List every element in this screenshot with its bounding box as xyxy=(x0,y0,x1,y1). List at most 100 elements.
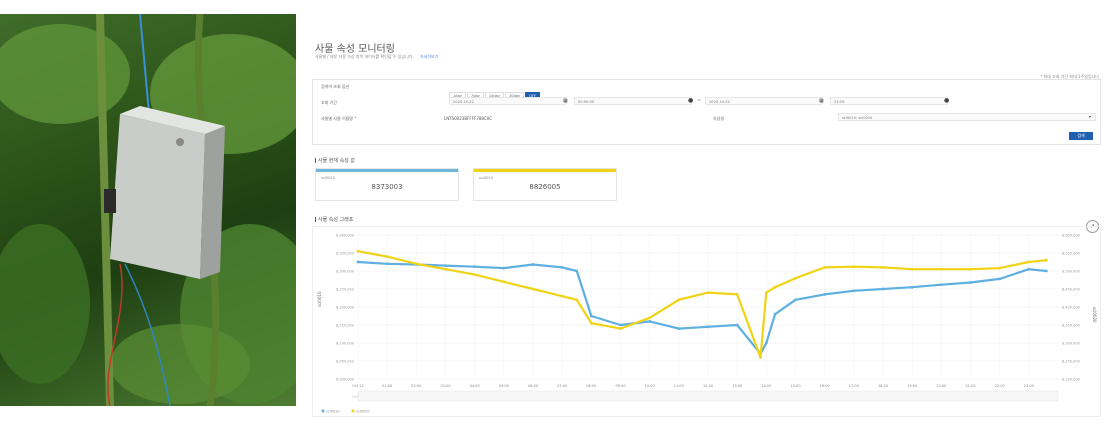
legend-label: sci0020 xyxy=(356,410,370,414)
data-point-sci0020 xyxy=(502,280,506,284)
x-tick-label: 07:00 xyxy=(557,384,567,388)
data-point-sci0010 xyxy=(444,264,447,267)
attr-select[interactable]: sci0010: sci0010 xyxy=(838,113,1096,121)
x-tick-label: 17:00 xyxy=(849,384,859,388)
data-point-sci0020 xyxy=(385,255,389,258)
data-point-sci0010 xyxy=(356,260,360,264)
data-point-sci0010 xyxy=(648,320,652,323)
page-description: 사물별 / 세부 사용 속성 항목 데이터를 확인할 수 있습니다. xyxy=(315,54,414,59)
x-tick-label: 22:00 xyxy=(995,384,1005,388)
y-tick-label-right: 8,350,000 xyxy=(1062,324,1080,328)
data-point-sci0020 xyxy=(852,265,856,269)
x-tick-label: 01:00 xyxy=(382,384,392,388)
series-line-sci0010 xyxy=(357,260,1047,355)
y-tick-label-right: 8,300,000 xyxy=(1062,342,1080,346)
x-tick-label: 05:00 xyxy=(499,384,509,388)
graph-section-title: 사물 속성 그래프 xyxy=(315,216,353,223)
clock-icon[interactable]: ● xyxy=(688,97,693,104)
card-color-bar xyxy=(474,169,616,172)
data-point-sci0010 xyxy=(881,287,885,291)
calendar-icon[interactable]: ▦ xyxy=(819,98,824,104)
search-form: 검색어 조회 옵션 1day 7day 15day 30day OFF 조회 기간 20… xyxy=(312,79,1101,145)
y-tick-label: 8,300,000 xyxy=(336,270,354,274)
sensor-photo-image xyxy=(0,14,296,406)
chevron-down-icon[interactable]: ▾ xyxy=(1089,114,1091,119)
card-value: 8373003 xyxy=(371,183,403,191)
date-separator: ~ xyxy=(697,98,702,104)
data-point-sci0010 xyxy=(735,323,739,327)
data-point-sci0020 xyxy=(1027,260,1031,264)
x-tick-label: 06:00 xyxy=(528,384,538,388)
data-point-sci0020 xyxy=(575,298,579,302)
y-tick-label: 8,400,000 xyxy=(336,234,354,238)
type-label: 검색어 조회 옵션 xyxy=(321,84,350,89)
attr-label: 속성명 xyxy=(713,116,725,121)
y-tick-label: 8,250,000 xyxy=(336,288,354,292)
x-tick-label: 03:00 xyxy=(440,384,450,388)
y-tick-label: 8,150,000 xyxy=(336,324,354,328)
data-point-sci0010 xyxy=(385,262,389,266)
data-point-sci0010 xyxy=(910,285,914,289)
data-point-sci0010 xyxy=(852,289,856,293)
y-axis-label-right: sci0020 xyxy=(1092,307,1097,323)
details-link[interactable]: 자세히보기 xyxy=(420,54,438,60)
card-label: sci0010 xyxy=(321,176,335,180)
data-point-sci0010 xyxy=(1027,267,1031,271)
data-point-sci0020 xyxy=(759,356,762,359)
data-point-sci0020 xyxy=(794,276,797,280)
data-point-sci0020 xyxy=(881,266,885,269)
start-time-input[interactable]: 00:00:00 xyxy=(574,97,692,105)
start-date-input[interactable]: 2020-10-22 xyxy=(449,97,567,105)
page-title: 사물 속성 모니터링 xyxy=(315,44,395,55)
data-point-sci0020 xyxy=(735,293,739,296)
x-tick-label: Oct 22 xyxy=(352,384,364,388)
data-point-sci0020 xyxy=(648,316,652,320)
card-label: sci0020 xyxy=(479,176,493,180)
data-point-sci0010 xyxy=(939,283,943,287)
x-tick-label: 04:00 xyxy=(470,384,480,388)
end-time-input[interactable]: 23:59 xyxy=(830,97,948,105)
thing-label: 사물별 사물 이름명 * xyxy=(321,116,357,121)
search-button[interactable]: 검색 xyxy=(1069,132,1093,140)
y-tick-label-right: 8,400,000 xyxy=(1062,306,1080,310)
data-point-sci0020 xyxy=(560,294,564,298)
data-point-sci0020 xyxy=(939,267,943,271)
data-point-sci0020 xyxy=(356,249,360,253)
y-tick-label-right: 8,550,000 xyxy=(1062,252,1080,256)
data-point-sci0020 xyxy=(823,266,827,269)
sensor-box xyxy=(104,106,225,279)
y-tick-label: 8,000,000 xyxy=(336,378,354,382)
data-point-sci0010 xyxy=(764,341,768,345)
calendar-icon[interactable]: ▦ xyxy=(563,98,568,104)
chart-container: 8,400,000 8,600,000 8,350,000 8,550,000 8,30… xyxy=(312,226,1101,417)
data-point-sci0010 xyxy=(677,327,681,330)
y-tick-label: 8,050,000 xyxy=(336,360,354,364)
clock-icon[interactable]: ● xyxy=(944,97,949,104)
x-tick-label: 08:00 xyxy=(586,384,596,388)
x-tick-label: 14:00 xyxy=(761,384,771,388)
data-point-sci0020 xyxy=(773,285,777,289)
thing-value: LNTS0023BFFFF788C0C xyxy=(444,116,493,121)
data-point-sci0010 xyxy=(794,298,797,302)
y-axis-label-left: sci0010 xyxy=(317,291,322,307)
data-point-sci0010 xyxy=(575,269,579,273)
data-point-sci0010 xyxy=(998,277,1002,281)
x-tick-label: 11:00 xyxy=(674,384,684,388)
navigator-bar xyxy=(357,390,1059,402)
monitoring-panel: 사물 속성 모니터링 사물별 / 세부 사용 속성 항목 데이터를 확인할 수 … xyxy=(300,0,1111,427)
end-date-input[interactable]: 2020-10-22 xyxy=(705,97,823,105)
y-tick-label: 8,350,000 xyxy=(336,252,354,256)
data-point-sci0020 xyxy=(677,298,681,302)
data-point-sci0020 xyxy=(414,262,418,266)
y-tick-label-right: 8,500,000 xyxy=(1062,270,1080,274)
data-point-sci0020 xyxy=(706,291,710,294)
x-tick-label: 19:00 xyxy=(907,384,917,388)
data-point-sci0010 xyxy=(1044,269,1048,273)
value-card-sci0010: sci0010 8373003 xyxy=(315,168,459,201)
data-point-sci0020 xyxy=(531,287,535,291)
x-tick-label: 13:00 xyxy=(732,384,742,388)
data-point-sci0010 xyxy=(823,293,827,296)
data-point-sci0010 xyxy=(589,314,593,318)
legend-marker xyxy=(321,409,325,413)
card-value: 8826005 xyxy=(529,183,561,191)
